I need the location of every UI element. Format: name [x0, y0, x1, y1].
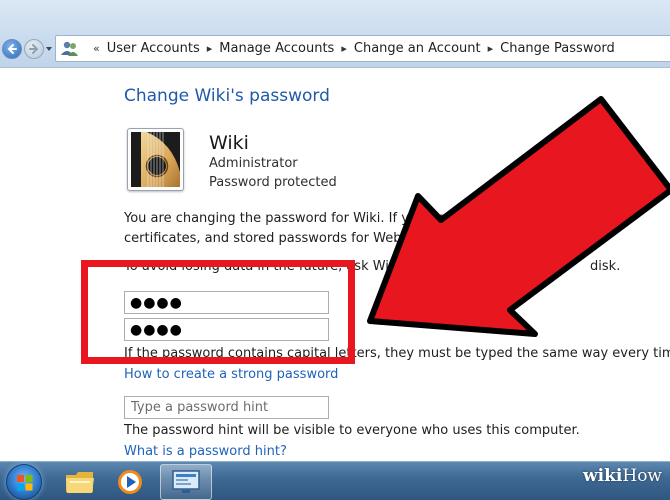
user-password-status: Password protected [209, 175, 337, 190]
taskbar-media-player-button[interactable] [108, 464, 152, 500]
watermark-how: How [622, 466, 662, 486]
forward-arrow-icon [29, 44, 39, 54]
windows-start-icon [17, 475, 33, 491]
control-panel-icon [172, 470, 200, 493]
info-text: You are changing the password for Wiki. … [124, 211, 627, 226]
info-text-line1-end: EFS-encrypted files, p [485, 211, 628, 226]
hint-note: The password hint will be visible to eve… [124, 423, 580, 438]
back-button[interactable] [2, 39, 22, 59]
taskbar-explorer-button[interactable] [58, 464, 102, 500]
page-title: Change Wiki's password [124, 86, 330, 106]
breadcrumb-item-user-accounts[interactable]: User Accounts [107, 41, 200, 56]
breadcrumb-item-change-password[interactable]: Change Password [500, 41, 615, 56]
address-bar: « User Accounts ▸ Manage Accounts ▸ Chan… [0, 0, 670, 68]
taskbar [0, 461, 670, 500]
back-arrow-icon [7, 44, 17, 54]
user-accounts-icon [61, 41, 78, 56]
info-text: To avoid losing data in the future, ask … [124, 259, 620, 274]
breadcrumb-item-manage-accounts[interactable]: Manage Accounts [219, 41, 334, 56]
start-button[interactable] [6, 464, 42, 500]
taskbar-control-panel-button[interactable] [160, 464, 212, 500]
password-hint-link[interactable]: What is a password hint? [124, 444, 287, 459]
watermark-wiki: wiki [583, 466, 623, 486]
confirm-password-field[interactable] [124, 318, 329, 341]
caps-note: If the password contains capital letters… [124, 346, 670, 361]
guitar-user-picture [131, 130, 183, 190]
user-picture [127, 128, 184, 191]
new-password-field[interactable] [124, 291, 329, 314]
forward-button[interactable] [24, 39, 44, 59]
chevron-right-icon[interactable]: ▸ [488, 42, 494, 55]
info-text-line3-end: disk. [590, 259, 621, 274]
chevron-right-icon[interactable]: ▸ [341, 42, 347, 55]
explorer-folder-icon [66, 472, 94, 493]
recent-pages-dropdown[interactable] [45, 45, 53, 53]
breadcrumb-item-change-account[interactable]: Change an Account [354, 41, 481, 56]
user-account-type: Administrator [209, 156, 298, 171]
breadcrumb[interactable]: « User Accounts ▸ Manage Accounts ▸ Chan… [55, 35, 670, 62]
media-player-icon [118, 470, 142, 494]
chevron-right-icon[interactable]: ▸ [207, 42, 213, 55]
strong-password-link[interactable]: How to create a strong password [124, 367, 338, 382]
user-name: Wiki [209, 132, 249, 154]
wikihow-watermark: wikiHow [583, 466, 662, 486]
password-hint-field[interactable] [124, 396, 329, 419]
info-text-line3: To avoid losing data in the future, ask … [124, 259, 435, 274]
chevron-right-icon: « [93, 42, 100, 55]
info-text-line1: You are changing the password for Wiki. … [124, 211, 446, 226]
info-text-line2: certificates, and stored passwords for W… [124, 231, 448, 246]
